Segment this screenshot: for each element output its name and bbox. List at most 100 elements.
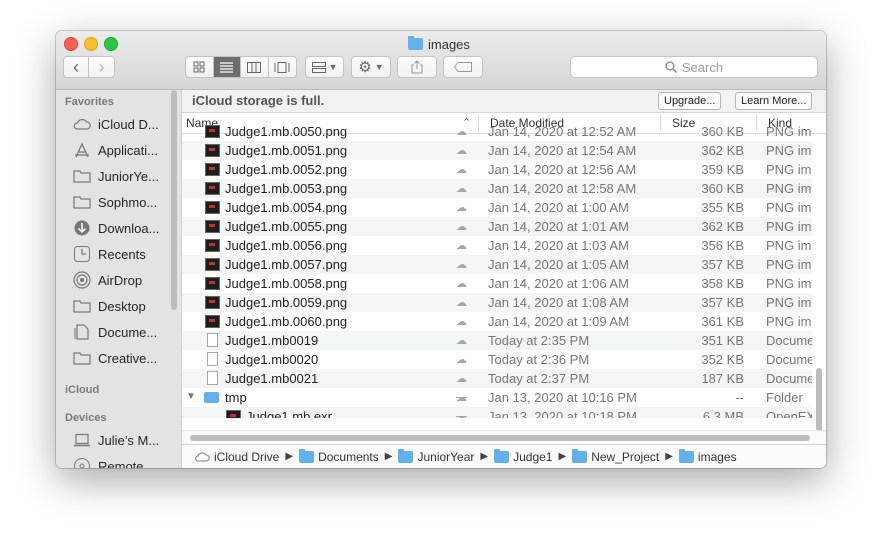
file-size: 357 KB (701, 295, 744, 310)
png-image-icon (205, 144, 220, 157)
back-button[interactable]: ‹ (64, 57, 90, 77)
share-icon (411, 60, 423, 74)
icloud-download-icon[interactable]: ☁ (456, 201, 467, 214)
zoom-button[interactable] (104, 37, 118, 51)
sidebar-item-airdrop[interactable]: AirDrop (72, 270, 142, 290)
path-item-documents[interactable]: Documents (299, 448, 379, 464)
file-kind: PNG ima (766, 276, 812, 291)
path-bar: iCloud Drive ▶ Documents ▶ JuniorYear ▶ … (182, 444, 826, 468)
file-date: Jan 14, 2020 at 12:56 AM (488, 162, 637, 177)
file-row[interactable]: Judge1.mb.0052.png ☁ Jan 14, 2020 at 12:… (182, 160, 812, 179)
horizontal-scroll-thumb[interactable] (190, 435, 810, 441)
path-item-images[interactable]: images (678, 448, 737, 464)
file-row[interactable]: Judge1.mb.0053.png ☁ Jan 14, 2020 at 12:… (182, 179, 812, 198)
sidebar-item-documents[interactable]: Docume... (72, 322, 157, 342)
laptop-icon (72, 432, 92, 448)
folder-row[interactable]: ▼ tmp ☁ Jan 13, 2020 at 10:16 PM -- Fold… (182, 388, 812, 407)
sidebar-item-recents[interactable]: Recents (72, 244, 146, 264)
icloud-download-icon[interactable]: ☁ (456, 239, 467, 252)
file-row[interactable]: Judge1.mb0020 ☁ Today at 2:36 PM 352 KB … (182, 350, 812, 369)
sidebar-item-remote-disc[interactable]: Remote... (72, 456, 154, 468)
file-name: Judge1.mb0020 (225, 352, 319, 367)
close-button[interactable] (64, 37, 78, 51)
sidebar-item-junioryear[interactable]: JuniorYe... (72, 166, 159, 186)
path-item-judge1[interactable]: Judge1 (494, 448, 552, 464)
file-row[interactable]: Judge1.mb0019 ☁ Today at 2:35 PM 351 KB … (182, 331, 812, 350)
file-row[interactable]: Judge1.mb0021 ☁ Today at 2:37 PM 187 KB … (182, 369, 812, 388)
icloud-download-icon[interactable]: ☁ (456, 277, 467, 290)
list-view-button[interactable] (213, 57, 241, 77)
sidebar-item-julies-mac[interactable]: Julie’s M... (72, 430, 159, 450)
sidebar-item-creative[interactable]: Creative... (72, 348, 157, 368)
path-item-junioryear[interactable]: JuniorYear (398, 448, 474, 464)
file-name: Judge1.mb.0058.png (225, 276, 348, 291)
cloud-icon (72, 116, 92, 132)
sidebar-item-applications[interactable]: Applicati... (72, 140, 158, 160)
file-kind: Docume (766, 371, 812, 386)
tag-button[interactable] (443, 56, 483, 78)
folder-icon (72, 194, 92, 210)
file-date: Jan 14, 2020 at 1:03 AM (488, 238, 629, 253)
file-row[interactable]: Judge1.mb.0055.png ☁ Jan 14, 2020 at 1:0… (182, 217, 812, 236)
png-image-icon (205, 125, 220, 138)
icloud-download-icon[interactable]: ☁ (456, 220, 467, 233)
file-row[interactable]: Judge1.mb.exr ☁ Jan 13, 2020 at 10:18 PM… (182, 407, 812, 418)
file-row[interactable]: Judge1.mb.0051.png ☁ Jan 14, 2020 at 12:… (182, 141, 812, 160)
sidebar-item-downloads[interactable]: Downloa... (72, 218, 159, 238)
minimize-button[interactable] (84, 37, 98, 51)
applications-icon (72, 142, 92, 158)
forward-button[interactable]: › (89, 57, 114, 77)
column-view-button[interactable] (241, 57, 269, 77)
file-row[interactable]: Judge1.mb.0054.png ☁ Jan 14, 2020 at 1:0… (182, 198, 812, 217)
group-button[interactable]: ▼ (305, 56, 344, 78)
png-image-icon (205, 315, 220, 328)
icloud-download-icon[interactable]: ☁ (456, 182, 467, 195)
icloud-download-icon[interactable]: ☁ (456, 125, 467, 138)
document-icon (72, 324, 92, 340)
icloud-download-icon[interactable]: ☁ (456, 334, 467, 347)
icloud-download-icon[interactable]: ☁ (456, 296, 467, 309)
icon-view-button[interactable] (186, 57, 214, 77)
path-item-new-project[interactable]: New_Project (572, 448, 659, 464)
file-size: 362 KB (701, 143, 744, 158)
icloud-download-icon[interactable]: ☁ (456, 144, 467, 157)
file-kind: PNG ima (766, 219, 812, 234)
icloud-download-icon[interactable]: ☁ (456, 353, 467, 366)
sidebar-item-icloud-drive[interactable]: iCloud D... (72, 114, 159, 134)
search-field[interactable]: Search (570, 56, 818, 78)
sidebar-item-desktop[interactable]: Desktop (72, 296, 146, 316)
file-name: tmp (225, 390, 247, 405)
horizontal-scrollbar[interactable] (182, 430, 826, 445)
action-button[interactable]: ⚙ ▼ (351, 56, 391, 78)
icloud-download-icon[interactable]: ☁ (456, 372, 467, 385)
learn-more-button[interactable]: Learn More... (735, 92, 813, 110)
sidebar-item-sophomore[interactable]: Sophmo... (72, 192, 157, 212)
file-kind: PNG ima (766, 162, 812, 177)
icloud-excluded-icon: ☁ (456, 411, 467, 418)
folder-icon (72, 168, 92, 184)
file-row[interactable]: Judge1.mb.0059.png ☁ Jan 14, 2020 at 1:0… (182, 293, 812, 312)
path-item-icloud-drive[interactable]: iCloud Drive (194, 450, 279, 464)
file-name: Judge1.mb.0051.png (225, 143, 348, 158)
sidebar-scrollbar[interactable] (171, 90, 177, 310)
disclosure-triangle-icon[interactable]: ▼ (186, 391, 196, 402)
column-view-icon (247, 61, 262, 73)
icloud-download-icon[interactable]: ☁ (456, 315, 467, 328)
file-row[interactable]: Judge1.mb.0050.png ☁ Jan 14, 2020 at 12:… (182, 122, 812, 141)
upgrade-button[interactable]: Upgrade... (658, 92, 722, 110)
file-date: Jan 14, 2020 at 12:58 AM (488, 181, 637, 196)
file-size: 360 KB (701, 181, 744, 196)
gallery-view-button[interactable] (269, 57, 296, 77)
search-placeholder: Search (681, 59, 724, 75)
file-row[interactable]: Judge1.mb.0060.png ☁ Jan 14, 2020 at 1:0… (182, 312, 812, 331)
icloud-download-icon[interactable]: ☁ (456, 163, 467, 176)
png-image-icon (205, 182, 220, 195)
file-row[interactable]: Judge1.mb.0058.png ☁ Jan 14, 2020 at 1:0… (182, 274, 812, 293)
file-size: 351 KB (701, 333, 744, 348)
file-row[interactable]: Judge1.mb.0056.png ☁ Jan 14, 2020 at 1:0… (182, 236, 812, 255)
window-title: images (408, 35, 470, 53)
share-button[interactable] (397, 56, 437, 78)
icloud-download-icon[interactable]: ☁ (456, 258, 467, 271)
folder-icon (299, 448, 315, 463)
file-row[interactable]: Judge1.mb.0057.png ☁ Jan 14, 2020 at 1:0… (182, 255, 812, 274)
